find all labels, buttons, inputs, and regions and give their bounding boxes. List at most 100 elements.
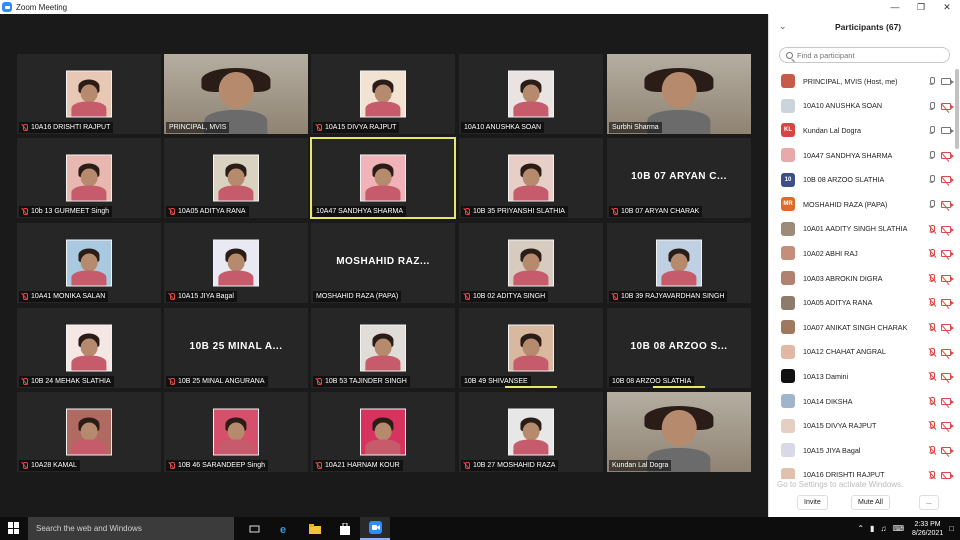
camera-off-icon[interactable] xyxy=(941,200,954,212)
video-tile[interactable]: MOSHAHID RAZ... MOSHAHID RAZA (PAPA) xyxy=(311,223,455,303)
participant-row[interactable]: 10A07 ANIKAT SINGH CHARAK xyxy=(769,315,955,340)
mic-muted-icon[interactable] xyxy=(928,347,937,357)
participant-row[interactable]: 10A15 DIVYA RAJPUT xyxy=(769,413,955,438)
video-tile[interactable]: 10A15 JIYA Bagal xyxy=(164,223,308,303)
participant-search[interactable] xyxy=(779,47,950,63)
camera-off-icon[interactable] xyxy=(941,471,954,479)
video-tile[interactable]: 10A15 DIVYA RAJPUT xyxy=(311,54,455,134)
video-tile[interactable]: 10A47 SANDHYA SHARMA xyxy=(310,137,456,219)
participant-row[interactable]: 10A14 DIKSHA xyxy=(769,389,955,414)
network-icon[interactable]: ▮ xyxy=(870,524,874,533)
video-tile[interactable]: PRINCIPAL, MVIS xyxy=(164,54,308,134)
video-tile[interactable]: 10B 08 ARZOO S... 10B 08 ARZOO SLATHIA xyxy=(607,308,751,388)
camera-icon[interactable] xyxy=(941,127,954,135)
close-button[interactable]: ✕ xyxy=(934,0,960,14)
video-tile[interactable]: 10A21 HARNAM KOUR xyxy=(311,392,455,472)
video-tile[interactable]: 10B 39 RAJYAVARDHAN SINGH xyxy=(607,223,751,303)
taskbar-clock[interactable]: 2:33 PM 8/26/2021 xyxy=(912,520,943,538)
edge-browser-icon[interactable]: e xyxy=(270,517,300,540)
collapse-chevron-icon[interactable]: ⌄ xyxy=(779,21,787,32)
maximize-button[interactable]: ❐ xyxy=(908,0,934,14)
keyboard-icon[interactable]: ⌨ xyxy=(892,524,904,533)
tray-expand-icon[interactable]: ⌃ xyxy=(857,524,864,533)
mic-muted-icon[interactable] xyxy=(928,470,937,479)
camera-off-icon[interactable] xyxy=(941,274,954,285)
video-tile[interactable]: 10b 13 GURMEET Singh xyxy=(17,138,161,218)
camera-off-icon[interactable] xyxy=(941,225,954,236)
video-tile[interactable]: 10A16 DRISHTI RAJPUT xyxy=(17,54,161,134)
participant-row[interactable]: 10A16 DRISHTI RAJPUT xyxy=(769,463,955,479)
participant-row[interactable]: 10 10B 08 ARZOO SLATHIA xyxy=(769,167,955,192)
participant-row[interactable]: 10A47 SANDHYA SHARMA xyxy=(769,143,955,168)
camera-icon[interactable] xyxy=(941,78,954,85)
video-tile[interactable]: 10A41 MONIKA SALAN xyxy=(17,223,161,303)
mic-icon[interactable] xyxy=(929,150,935,160)
video-tile[interactable]: 10B 49 SHIVANSEE xyxy=(459,308,603,388)
mic-icon[interactable] xyxy=(929,175,935,184)
participant-row[interactable]: KL Kundan Lal Dogra xyxy=(769,118,955,143)
video-tile[interactable]: 10A10 ANUSHKA SOAN xyxy=(459,54,603,134)
video-tile[interactable]: 10B 25 MINAL A... 10B 25 MINAL ANGURANA xyxy=(164,308,308,388)
camera-off-icon[interactable] xyxy=(941,102,954,113)
tile-participant-name: 10A21 HARNAM KOUR xyxy=(325,462,400,469)
video-tile[interactable]: 10B 07 ARYAN C... 10B 07 ARYAN CHARAK xyxy=(607,138,751,218)
mic-muted-icon[interactable] xyxy=(928,322,937,332)
participant-row[interactable]: 10A03 ABROKIN DIGRA xyxy=(769,266,955,291)
participant-list-scrollbar[interactable] xyxy=(955,69,959,149)
video-tile[interactable]: 10A28 KAMAL xyxy=(17,392,161,472)
zoom-taskbar-icon[interactable] xyxy=(360,517,390,540)
mute-all-button[interactable]: Mute All xyxy=(851,495,890,510)
participant-row[interactable]: 10A10 ANUSHKA SOAN xyxy=(769,94,955,119)
invite-button[interactable]: Invite xyxy=(797,495,828,510)
mic-muted-icon[interactable] xyxy=(928,396,937,406)
camera-off-icon[interactable] xyxy=(941,397,954,408)
windows-start-icon[interactable] xyxy=(8,522,20,534)
participant-row[interactable]: MR MOSHAHID RAZA (PAPA) xyxy=(769,192,955,217)
camera-off-icon[interactable] xyxy=(941,250,954,261)
participant-row[interactable]: 10A15 JIYA Bagal xyxy=(769,438,955,463)
video-tile[interactable]: 10B 53 TAJINDER SINGH xyxy=(311,308,455,388)
mic-muted-icon[interactable] xyxy=(928,249,937,259)
notifications-icon[interactable]: □ xyxy=(949,524,954,533)
camera-off-icon[interactable] xyxy=(941,299,954,310)
video-tile[interactable]: 10B 46 SARANDEEP Singh xyxy=(164,392,308,472)
camera-off-icon[interactable] xyxy=(941,373,954,384)
mic-muted-icon[interactable] xyxy=(928,298,937,308)
participant-search-input[interactable] xyxy=(797,50,937,60)
task-view-icon[interactable] xyxy=(240,517,270,540)
camera-off-icon[interactable] xyxy=(941,422,954,433)
video-tile[interactable]: 10A05 ADITYA RANA xyxy=(164,138,308,218)
video-tile[interactable]: 10B 35 PRIYANSHI SLATHIA xyxy=(459,138,603,218)
video-tile[interactable]: 10B 24 MEHAK SLATHIA xyxy=(17,308,161,388)
participant-row[interactable]: 10A02 ABHI RAJ xyxy=(769,241,955,266)
minimize-button[interactable]: — xyxy=(882,0,908,14)
taskbar-search-box[interactable]: Search the web and Windows xyxy=(28,517,234,540)
mic-icon[interactable] xyxy=(929,199,935,209)
video-tile[interactable]: Kundan Lal Dogra xyxy=(607,392,751,472)
file-explorer-icon[interactable] xyxy=(300,517,330,540)
store-icon[interactable] xyxy=(330,517,360,540)
mic-icon[interactable] xyxy=(929,77,935,86)
camera-off-icon[interactable] xyxy=(941,348,954,359)
mic-muted-icon[interactable] xyxy=(928,372,937,382)
mic-muted-icon[interactable] xyxy=(928,273,937,283)
mic-icon[interactable] xyxy=(929,101,935,111)
mic-muted-icon[interactable] xyxy=(928,445,937,455)
camera-off-icon[interactable] xyxy=(941,151,954,162)
participant-row[interactable]: 10A05 ADITYA RANA xyxy=(769,290,955,315)
camera-off-icon[interactable] xyxy=(941,323,954,334)
mic-muted-icon[interactable] xyxy=(928,224,937,234)
participant-row[interactable]: 10A01 AADITY SINGH SLATHIA xyxy=(769,217,955,242)
volume-icon[interactable]: ♫ xyxy=(880,524,886,533)
participant-row[interactable]: 10A12 CHAHAT ANGRAL xyxy=(769,340,955,365)
video-tile[interactable]: 10B 02 ADITYA SINGH xyxy=(459,223,603,303)
participant-row[interactable]: 10A13 Damini xyxy=(769,364,955,389)
video-tile[interactable]: Surbhi Sharma xyxy=(607,54,751,134)
participant-row[interactable]: PRINCIPAL, MVIS (Host, me) xyxy=(769,69,955,94)
camera-off-icon[interactable] xyxy=(941,176,954,187)
video-tile[interactable]: 10B 27 MOSHAHID RAZA xyxy=(459,392,603,472)
mic-icon[interactable] xyxy=(929,126,935,135)
camera-off-icon[interactable] xyxy=(941,446,954,457)
mic-muted-icon[interactable] xyxy=(928,421,937,431)
more-button[interactable]: ... xyxy=(919,495,939,510)
